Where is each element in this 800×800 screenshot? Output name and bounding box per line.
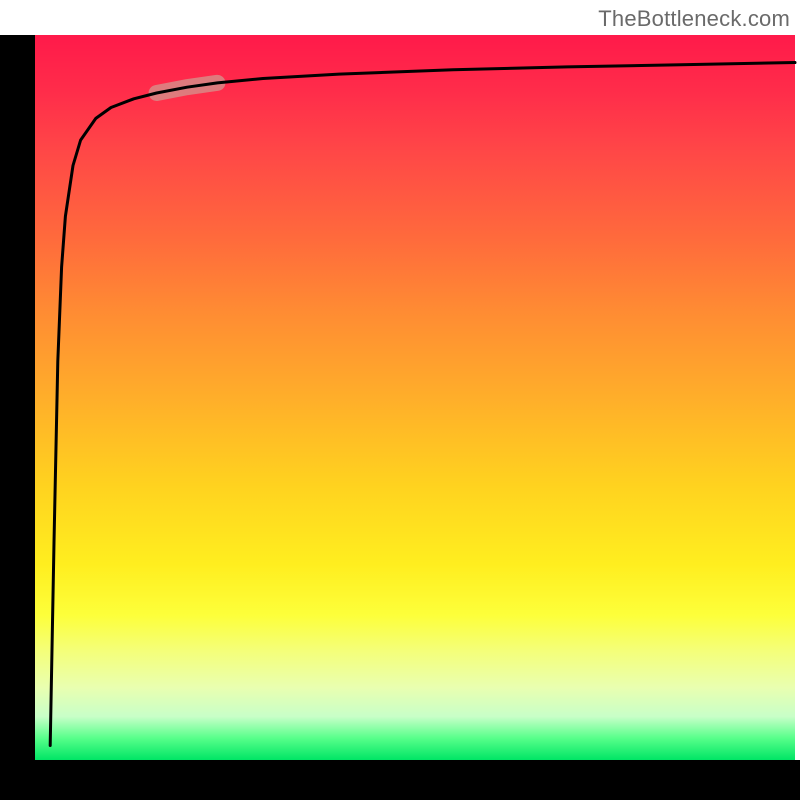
watermark-text: TheBottleneck.com bbox=[598, 6, 790, 32]
chart-frame bbox=[0, 0, 800, 800]
plot-gradient-background bbox=[35, 35, 795, 760]
bottom-axis-border bbox=[0, 760, 800, 800]
left-axis-border bbox=[0, 35, 35, 760]
